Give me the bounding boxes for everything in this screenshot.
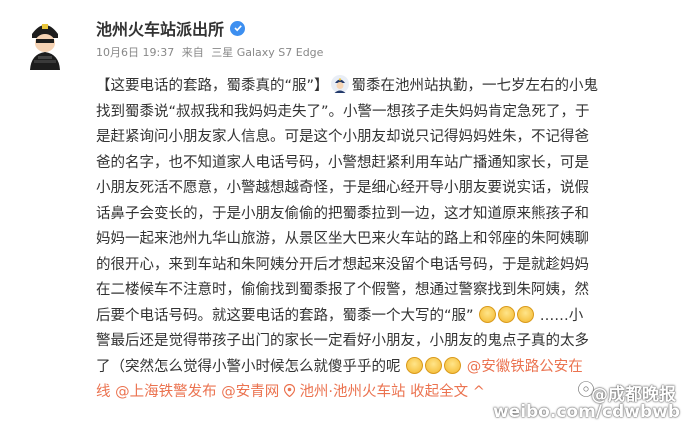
- dizzy-face-emoji-icon: [425, 356, 443, 374]
- post-line: 在二楼候车不注意时，偷偷找到蜀黍报了个假警，想通过警察找到朱阿姨，然: [96, 282, 589, 298]
- mention-link[interactable]: @安徽铁路公安在: [467, 359, 583, 375]
- post-text: 了（突然怎么觉得小警小时候怎么就傻乎乎的呢: [96, 358, 401, 375]
- post-body: 【这要电话的套路，蜀黍真的“服”】 蜀黍在池州站执勤，一七岁左右的小鬼 找到蜀黍…: [96, 74, 676, 406]
- post-line: 了（突然怎么觉得小警小时候怎么就傻乎乎的呢 @安徽铁路公安在: [96, 355, 676, 381]
- laugh-cry-emoji-icon: [517, 305, 535, 323]
- dizzy-face-emoji-icon: [444, 356, 462, 374]
- source-prefix: 来自: [181, 46, 204, 59]
- post-text: 后要个电话号码。就这要电话的套路，蜀黍一个大写的“服”: [96, 307, 474, 324]
- post-topic: 【这要电话的套路，蜀黍真的“服”】: [96, 78, 329, 94]
- weibo-logo-icon: [577, 380, 595, 398]
- collapse-label: 收起全文: [410, 384, 469, 400]
- post-line: 后要个电话号码。就这要电话的套路，蜀黍一个大写的“服” ……小: [96, 304, 676, 330]
- laugh-cry-emoji-icon: [479, 305, 497, 323]
- police-avatar-icon[interactable]: [14, 12, 76, 74]
- dizzy-face-emoji-icon: [406, 356, 424, 374]
- post-line: 找到蜀黍说“叔叔我和我妈妈走失了”。小警一想孩子走失妈妈肯定急死了，于: [96, 103, 590, 120]
- location-label: 池州·池州火车站: [299, 384, 406, 400]
- post-line: 警最后还是觉得带孩子出门的家长一定看好小朋友，小朋友的鬼点子真的太多: [96, 333, 589, 349]
- post-meta: 10月6日 19:37 来自 三星 Galaxy S7 Edge: [96, 44, 323, 60]
- post-source[interactable]: 三星 Galaxy S7 Edge: [211, 46, 323, 59]
- mention-link[interactable]: @上海铁警发布: [115, 384, 217, 400]
- post-line: 话鼻子会变长的，于是小朋友偷偷的把蜀黍拉到一边，这才知道原来熊孩子和: [96, 205, 589, 222]
- account-name[interactable]: 池州火车站派出所: [96, 16, 224, 40]
- post-line: 【这要电话的套路，蜀黍真的“服”】 蜀黍在池州站执勤，一七岁左右的小鬼: [96, 74, 676, 100]
- location-pin-icon: [283, 383, 295, 398]
- mention-link[interactable]: 线: [96, 384, 111, 400]
- post-text: ……小: [539, 307, 584, 324]
- post-line: 是赶紧询问小朋友家人信息。可是这个小朋友却说只记得妈妈姓朱，不记得爸: [96, 129, 589, 145]
- post-time[interactable]: 10月6日 19:37: [96, 46, 174, 59]
- account-header: 池州火车站派出所: [96, 16, 246, 40]
- chevron-up-icon: ^: [472, 384, 485, 400]
- post-text: 蜀黍在池州站执勤，一七岁左右的小鬼: [351, 78, 599, 94]
- laugh-cry-emoji-icon: [498, 305, 516, 323]
- post-line: 妈妈一起来池州九华山旅游，从景区坐大巴来火车站的路上和邻座的朱阿姨聊: [96, 231, 589, 247]
- post-line: 的很开心，来到车站和朱阿姨分开后才想起来没留个电话号码，于是就趁妈妈: [96, 256, 589, 273]
- mention-link[interactable]: @安青网: [221, 384, 279, 400]
- verified-badge-icon: [230, 20, 246, 36]
- post-line: 小朋友死活不愿意，小警越想越奇怪，于是细心经开导小朋友要说实话，说假: [96, 180, 589, 196]
- location-link[interactable]: 池州·池州火车站: [283, 383, 410, 400]
- police-officer-icon: [330, 75, 349, 93]
- post-line: 爸的名字，也不知道家人电话号码，小警想赶紧利用车站广播通知家长，可是: [96, 154, 589, 171]
- collapse-button[interactable]: 收起全文 ^: [410, 384, 485, 400]
